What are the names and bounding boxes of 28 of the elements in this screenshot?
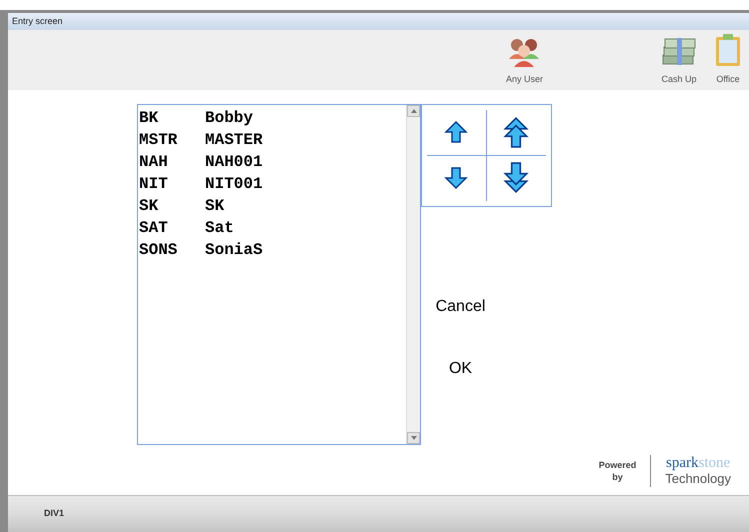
toolbar-button[interactable]: Office — [711, 32, 745, 86]
window-title: Entry screen — [12, 14, 63, 28]
list-item[interactable]: BK Bobby — [139, 107, 406, 129]
list-item[interactable]: NAH NAH001 — [139, 151, 406, 173]
status-text: DIV1 — [44, 507, 64, 520]
navigation-button[interactable] — [427, 110, 486, 156]
action-button[interactable]: OK — [440, 357, 480, 381]
powered-by-text: Powered by — [598, 459, 636, 483]
clipboard-icon — [715, 32, 741, 66]
user-list[interactable]: BK Bobby MSTR MASTER NAH NAH001 NIT NIT001 SK SK SAT Sat SONS SoniaS — [137, 104, 421, 445]
list-item[interactable]: SK SK — [139, 195, 406, 217]
scroll-down-icon[interactable] — [407, 432, 420, 444]
list-item[interactable]: SONS SoniaS — [139, 239, 406, 261]
logo-wordmark: sparkstone — [666, 455, 730, 471]
toolbar-button[interactable]: Any User — [502, 36, 547, 86]
scrollbar[interactable] — [406, 105, 420, 444]
down-arrow-icon — [443, 166, 470, 190]
double-down-arrow-icon — [503, 162, 530, 194]
list-item[interactable]: SAT Sat — [139, 217, 406, 239]
logo-tagline: Technology — [665, 471, 731, 487]
double-up-arrow-icon — [503, 116, 530, 148]
people-icon — [507, 36, 542, 66]
scroll-up-icon[interactable] — [407, 105, 420, 117]
toolbar-button[interactable]: Cash Up — [657, 34, 701, 86]
list-item[interactable]: NIT NIT001 — [139, 173, 406, 195]
action-button[interactable]: Cancel — [428, 295, 494, 319]
up-arrow-icon — [443, 120, 470, 144]
list-item[interactable]: MSTR MASTER — [139, 129, 406, 151]
